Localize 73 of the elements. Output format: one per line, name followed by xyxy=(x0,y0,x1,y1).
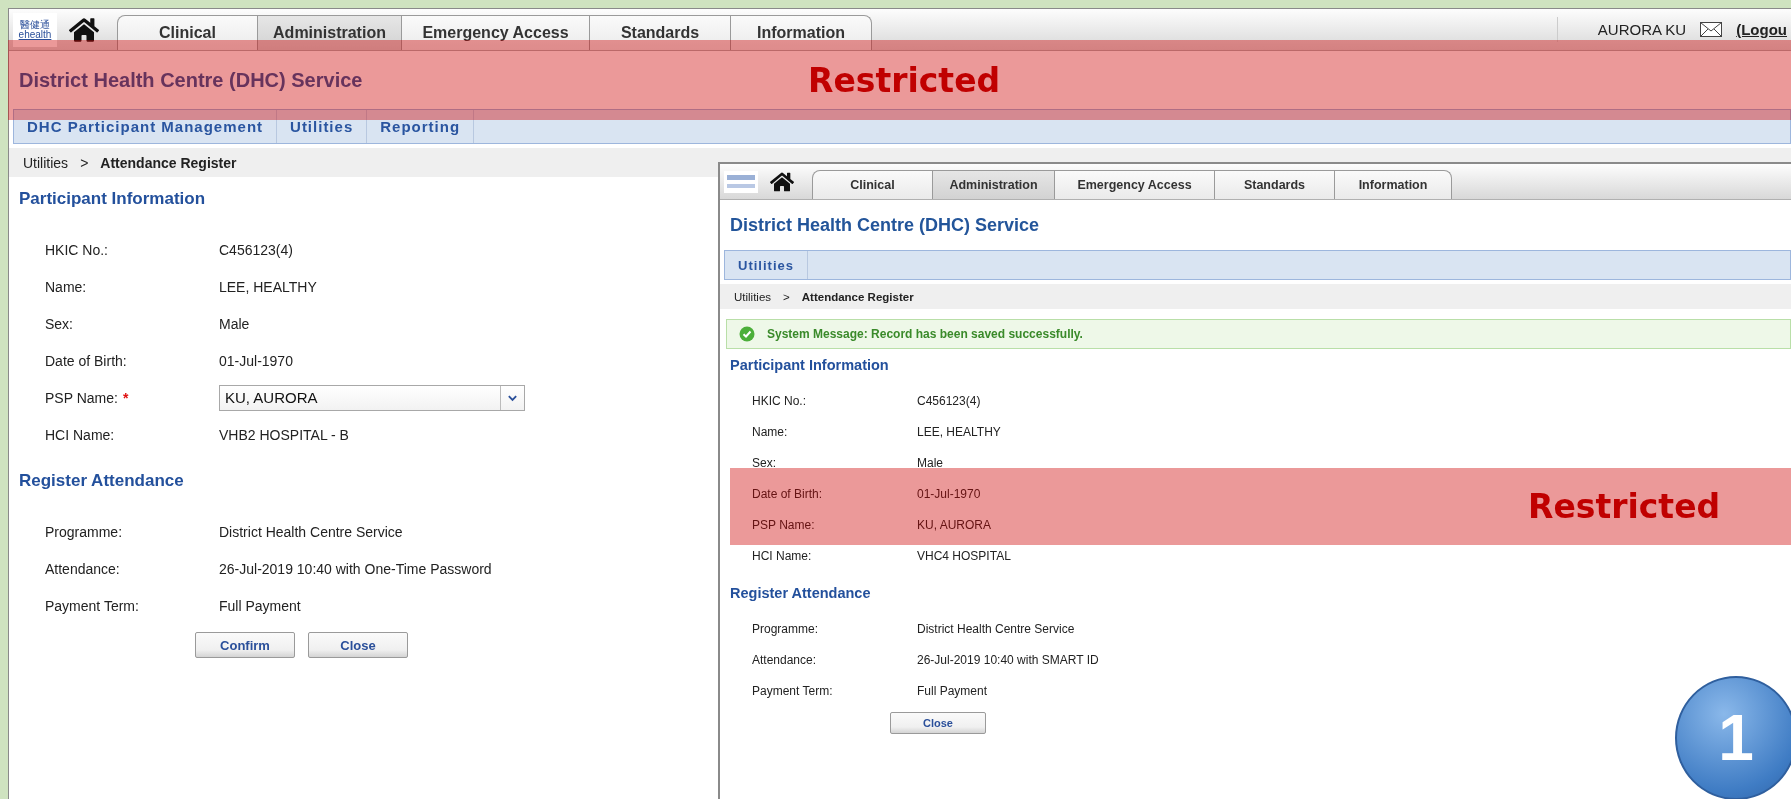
field-label: Attendance: xyxy=(45,560,120,577)
mail-icon[interactable] xyxy=(1700,22,1723,37)
field-label: HCI Name: xyxy=(752,548,812,563)
restricted-label: Restricted xyxy=(1528,487,1721,526)
field-label: PSP Name: xyxy=(752,517,815,532)
breadcrumb-current: Attendance Register xyxy=(100,154,237,171)
field-label: Programme: xyxy=(752,621,819,636)
field-value: VHB2 HOSPITAL - B xyxy=(219,426,349,443)
field-value: C456123(4) xyxy=(917,393,981,408)
field-label: Sex: xyxy=(752,455,776,470)
field-value: District Health Centre Service xyxy=(917,621,1075,636)
field-value: 01-Jul-1970 xyxy=(917,486,981,501)
nav-tab[interactable]: Standards xyxy=(590,16,731,50)
action-button[interactable]: Close xyxy=(890,712,986,734)
field-value: LEE, HEALTHY xyxy=(219,278,317,295)
nav-tab[interactable]: Emergency Access xyxy=(1055,171,1215,199)
field-value: LEE, HEALTHY xyxy=(917,424,1001,439)
nav-tab[interactable]: Emergency Access xyxy=(402,16,590,50)
section-heading: Register Attendance xyxy=(730,585,871,601)
field-value: KU, AURORA xyxy=(917,517,991,532)
field-value: 26-Jul-2019 10:40 with One-Time Password xyxy=(219,560,492,577)
nav-tab[interactable]: Information xyxy=(1335,171,1451,199)
breadcrumb-link[interactable]: Utilities xyxy=(734,290,772,303)
field-value: Full Payment xyxy=(917,683,988,698)
breadcrumb-link[interactable]: Utilities xyxy=(23,154,69,171)
nav-tab[interactable]: Administration xyxy=(258,16,402,50)
field-label: Attendance: xyxy=(752,652,817,667)
field-label: Date of Birth: xyxy=(752,486,823,501)
action-button[interactable]: Close xyxy=(308,632,408,658)
nav-tab[interactable]: Information xyxy=(731,16,871,50)
sub-nav-item[interactable]: DHC Participant Management xyxy=(14,110,278,143)
user-name: AURORA KU xyxy=(1597,21,1687,38)
field-value: District Health Centre Service xyxy=(219,523,403,540)
required-mark: * xyxy=(122,389,129,406)
page-title: District Health Centre (DHC) Service xyxy=(730,214,1040,236)
field-label: Payment Term: xyxy=(45,597,139,614)
breadcrumb-separator: > xyxy=(80,154,89,171)
field-value: C456123(4) xyxy=(219,241,293,258)
field-value: 26-Jul-2019 10:40 with SMART ID xyxy=(917,652,1099,667)
field-value: 01-Jul-1970 xyxy=(219,352,293,369)
success-message: System Message: Record has been saved successfully. xyxy=(726,319,1791,349)
field-label: Date of Birth: xyxy=(45,352,127,369)
section-heading: Participant Information xyxy=(730,357,889,373)
psp-name-select[interactable]: KU, AURORA xyxy=(219,384,525,411)
breadcrumb-current: Attendance Register xyxy=(801,290,914,303)
field-label: Name: xyxy=(752,424,788,439)
logout-link[interactable]: (Logou xyxy=(1736,21,1787,38)
field-label: Payment Term: xyxy=(752,683,833,698)
field-value: Male xyxy=(917,455,943,470)
field-label: Sex: xyxy=(45,315,73,332)
field-value: Male xyxy=(219,315,250,332)
page-title: District Health Centre (DHC) Service xyxy=(19,68,363,92)
field-label: PSP Name: xyxy=(45,389,118,406)
breadcrumb-separator: > xyxy=(783,290,790,303)
sub-nav-item[interactable]: Utilities xyxy=(725,251,808,279)
sub-nav-item[interactable]: Utilities xyxy=(277,110,368,143)
field-label: Name: xyxy=(45,278,87,295)
nav-tab[interactable]: Administration xyxy=(933,171,1055,199)
field-label: HCI Name: xyxy=(45,426,115,443)
restricted-label: Restricted xyxy=(808,60,1001,100)
check-circle-icon xyxy=(739,326,755,342)
sub-nav-item[interactable]: Reporting xyxy=(367,110,475,143)
ehealth-logo: 醫健通 ehealth xyxy=(13,12,57,47)
field-value: Full Payment xyxy=(219,597,301,614)
field-label: HKIC No.: xyxy=(45,241,108,258)
action-button[interactable]: Confirm xyxy=(195,632,295,658)
field-value: VHC4 HOSPITAL xyxy=(917,548,1011,563)
field-label: HKIC No.: xyxy=(752,393,806,408)
section-heading: Participant Information xyxy=(19,189,206,209)
section-heading: Register Attendance xyxy=(19,471,184,491)
field-label: Programme: xyxy=(45,523,123,540)
logo-icon xyxy=(724,170,758,193)
nav-tab[interactable]: Standards xyxy=(1215,171,1335,199)
